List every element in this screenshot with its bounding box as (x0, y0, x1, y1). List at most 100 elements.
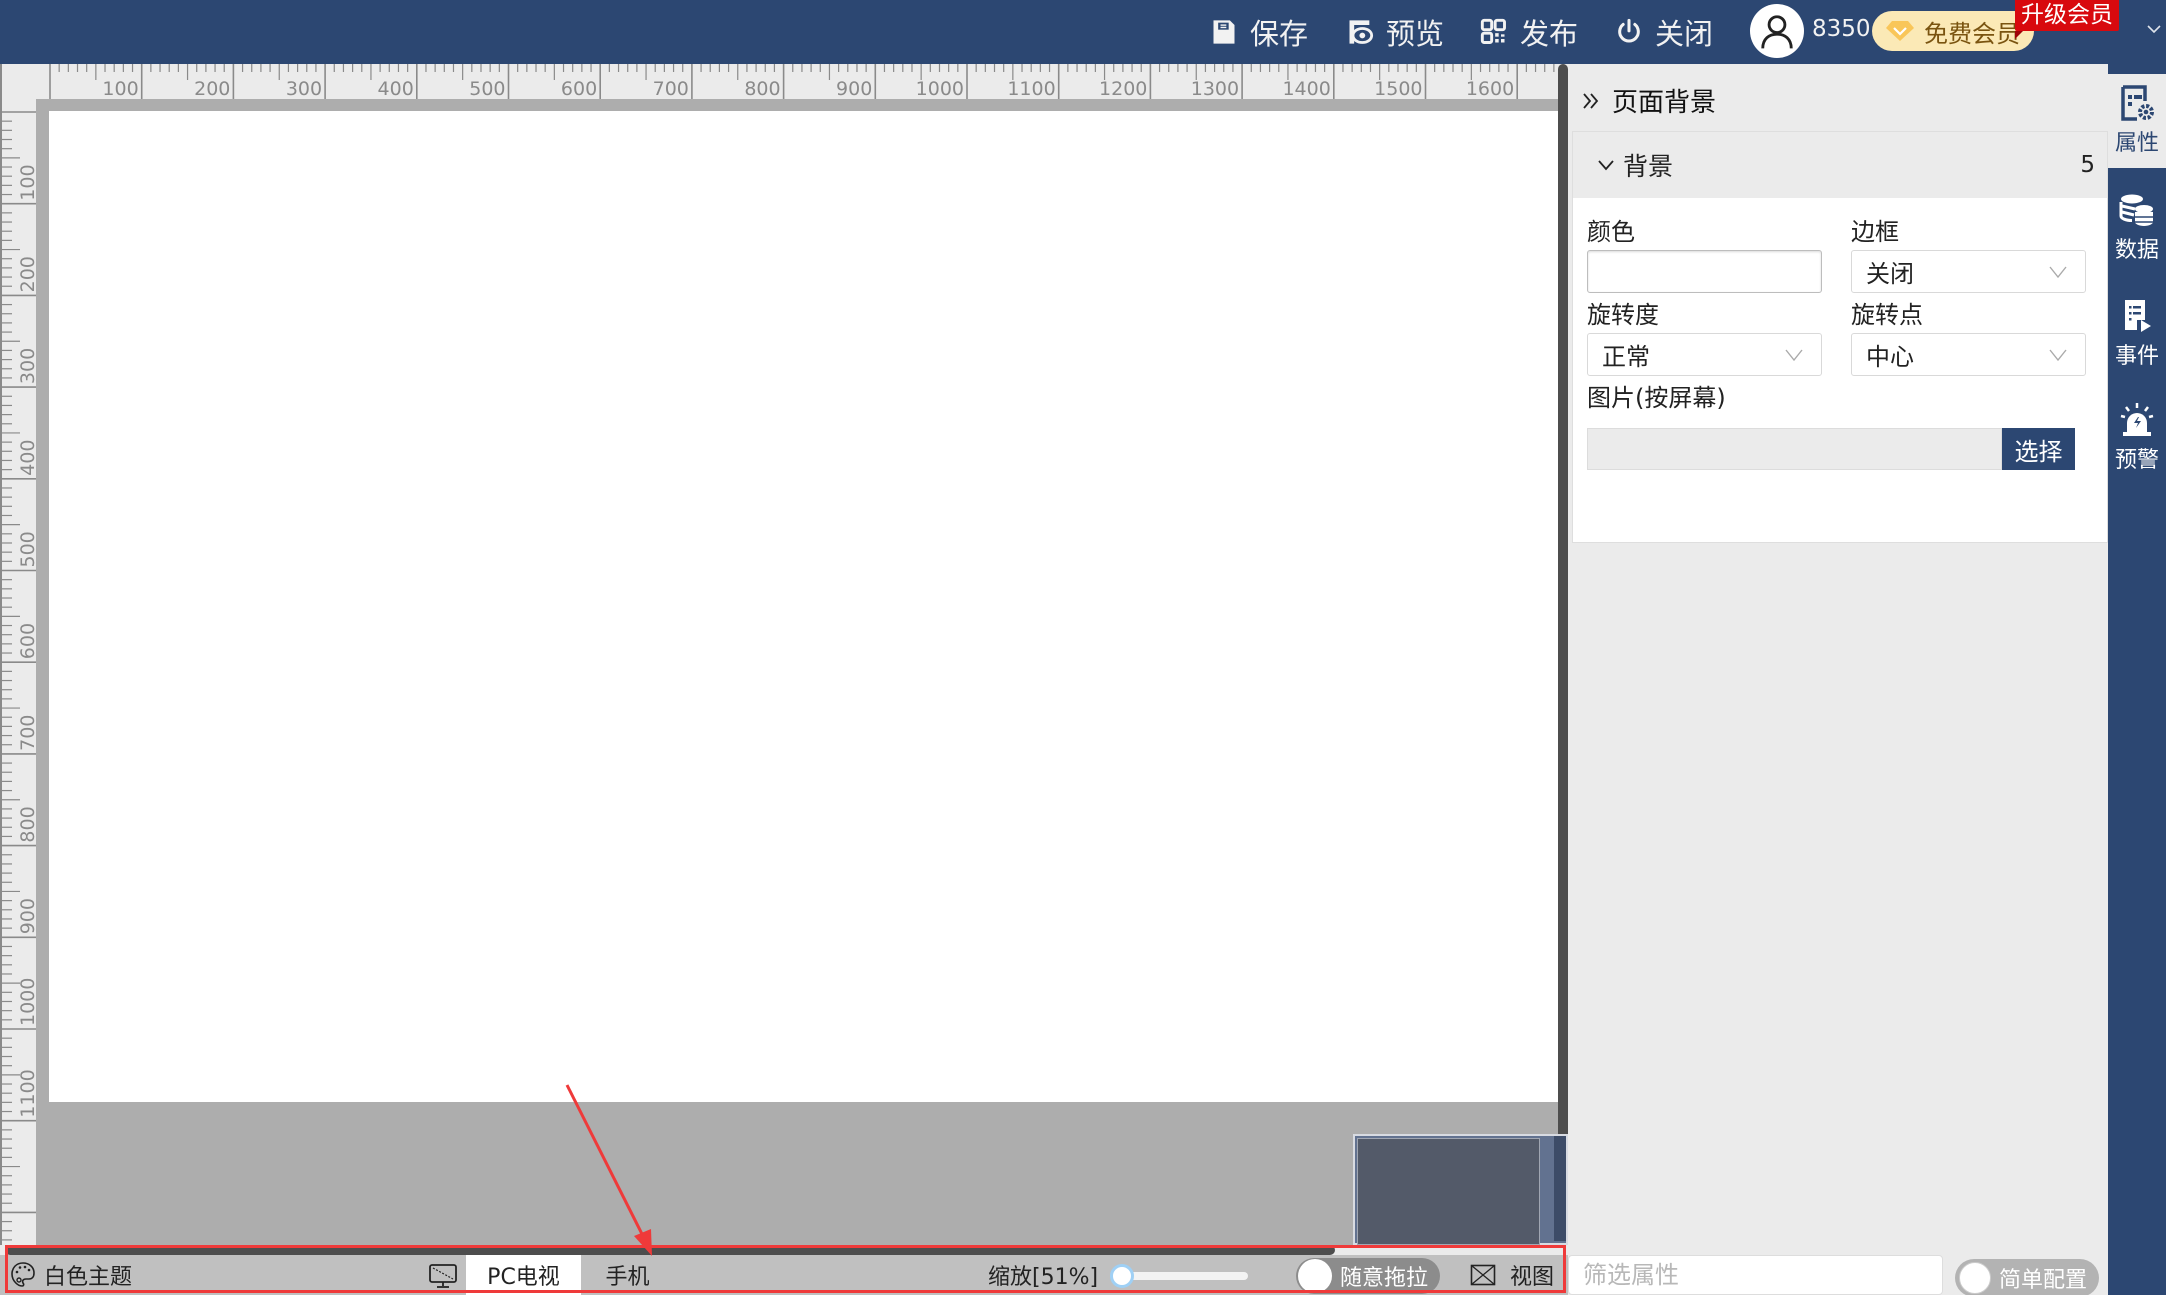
side-icon-bar: 属性 数据 事件 预警 (2108, 64, 2166, 1295)
sidebar-item-data[interactable]: 数据 (2108, 176, 2166, 280)
ruler-label: 1100 (17, 1069, 36, 1117)
sidebar-item-events[interactable]: 事件 (2108, 282, 2166, 386)
ruler-label: 800 (17, 806, 36, 842)
top-toolbar: 保存 预览 发布 关闭 8350 免费会员 升级会员 (0, 0, 2166, 64)
diamond-icon (1886, 21, 1914, 41)
ruler-label: 100 (102, 78, 138, 99)
ruler-label: 1000 (916, 78, 964, 99)
minimap-scrollbar[interactable] (1554, 1136, 1566, 1241)
chevron-down-icon (1785, 349, 1803, 362)
border-label: 边框 (1851, 218, 1899, 246)
screen-icon (429, 1264, 457, 1288)
properties-icon (2121, 85, 2154, 121)
ruler-label: 400 (17, 440, 36, 476)
choose-image-button[interactable]: 选择 (2002, 428, 2075, 470)
color-field[interactable] (1587, 250, 1822, 293)
vertical-ruler: 100 200 300 400 500 600 700 800 900 1000 1100 (0, 99, 36, 1245)
ruler-label: 700 (17, 715, 36, 751)
user-avatar[interactable] (1750, 4, 1804, 58)
rotation-select[interactable]: 正常 (1587, 333, 1822, 376)
ruler-label: 300 (286, 78, 322, 99)
user-icon (1761, 15, 1793, 49)
free-drag-label: 随意拖拉 (1340, 1266, 1429, 1291)
save-button[interactable]: 保存 (1210, 10, 1308, 54)
ruler-label: 1100 (1007, 78, 1055, 99)
ruler-label: 1400 (1282, 78, 1330, 99)
ruler-label: 800 (744, 78, 780, 99)
sidebar-item-alerts[interactable]: 预警 (2108, 386, 2166, 490)
device-tab-pc-tv[interactable]: PC电视 (466, 1255, 581, 1295)
theme-switch[interactable]: 白色主题 (10, 1255, 132, 1295)
pivot-select[interactable]: 中心 (1851, 333, 2086, 376)
device-tab-mobile[interactable]: 手机 (590, 1255, 665, 1295)
rotation-value: 正常 (1602, 343, 1650, 371)
data-label: 数据 (2114, 238, 2159, 263)
save-label: 保存 (1250, 17, 1309, 51)
pivot-label: 旋转点 (1851, 301, 1923, 329)
border-select[interactable]: 关闭 (1851, 250, 2086, 293)
chevron-down-icon (1598, 160, 1614, 171)
events-label: 事件 (2114, 344, 2159, 369)
power-icon (1618, 18, 1640, 43)
ruler-label: 500 (469, 78, 505, 99)
double-chevron-right-icon[interactable] (1582, 91, 1600, 111)
theme-label: 白色主题 (44, 1265, 133, 1290)
vertical-scrollbar[interactable] (1558, 64, 1568, 1245)
chevron-down-icon (2049, 266, 2067, 279)
ruler-label: 100 (17, 164, 36, 200)
minimap[interactable] (1353, 1134, 1568, 1245)
close-button[interactable]: 关闭 (1615, 10, 1713, 54)
filter-properties-input[interactable] (1568, 1255, 1943, 1295)
view-button[interactable]: 视图 (1470, 1255, 1554, 1295)
view-label: 视图 (1510, 1265, 1555, 1290)
chevron-down-icon (2049, 349, 2067, 362)
ruler-label: 1500 (1374, 78, 1422, 99)
ruler-label: 600 (17, 623, 36, 659)
rotation-label: 旋转度 (1587, 301, 1659, 329)
ruler-label: 1300 (1191, 78, 1239, 99)
properties-label: 属性 (2114, 131, 2159, 156)
zoom-slider-thumb[interactable] (1110, 1264, 1134, 1288)
panel-title: 页面背景 (1612, 88, 1717, 118)
palette-icon (11, 1262, 35, 1287)
ruler-label: 1000 (17, 978, 36, 1026)
image-path-field[interactable] (1587, 428, 2002, 470)
status-bar: 白色主题 PC电视 手机 缩放[51%] 随意拖拉 视图 (0, 1255, 1568, 1295)
properties-panel: 页面背景 背景 5 颜色 边框 关闭 旋转度 正常 旋转点 中心 图片(按屏幕)… (1568, 64, 2108, 1295)
ruler-label: 700 (653, 78, 689, 99)
background-section: 背景 5 颜色 边框 关闭 旋转度 正常 旋转点 中心 图片(按屏幕) 选择 (1572, 131, 2108, 543)
upgrade-membership-button[interactable]: 升级会员 (2015, 0, 2119, 39)
simple-config-label: 简单配置 (1999, 1268, 2088, 1293)
preview-button[interactable]: 预览 (1346, 10, 1444, 54)
toggle-knob (1959, 1262, 1991, 1294)
membership-badge[interactable]: 免费会员 (1872, 11, 2034, 51)
horizontal-scrollbar[interactable] (5, 1245, 1335, 1255)
publish-button[interactable]: 发布 (1480, 10, 1578, 54)
ruler-label: 300 (17, 348, 36, 384)
dashboard-editor: 保存 预览 发布 关闭 8350 免费会员 升级会员 100 200 300 400 5… (0, 0, 2166, 1295)
membership-label: 免费会员 (1924, 19, 2020, 48)
simple-config-toggle[interactable]: 简单配置 (1955, 1259, 2099, 1295)
canvas-workspace[interactable] (36, 99, 1558, 1245)
chevron-down-icon[interactable] (2143, 18, 2165, 40)
free-drag-toggle[interactable]: 随意拖拉 (1296, 1258, 1440, 1294)
ruler-label: 500 (17, 531, 36, 567)
zoom-slider-track[interactable] (1120, 1272, 1248, 1280)
ruler-label: 200 (17, 256, 36, 292)
border-value: 关闭 (1866, 260, 1914, 288)
minimap-viewport[interactable] (1357, 1138, 1540, 1245)
section-header[interactable]: 背景 5 (1573, 132, 2107, 198)
section-body: 颜色 边框 关闭 旋转度 正常 旋转点 中心 图片(按屏幕) 选择 (1573, 198, 2109, 544)
ruler-label: 900 (17, 898, 36, 934)
save-icon (1213, 20, 1235, 44)
ruler-label: 200 (194, 78, 230, 99)
zoom-label: 缩放[51%] (988, 1265, 1099, 1290)
view-icon (1470, 1264, 1496, 1286)
page-canvas[interactable] (49, 111, 1558, 1102)
alerts-label: 预警 (2114, 448, 2159, 473)
preview-icon (1349, 20, 1374, 44)
pivot-value: 中心 (1866, 343, 1914, 371)
database-icon (2119, 194, 2153, 226)
sidebar-item-properties[interactable]: 属性 (2108, 74, 2166, 168)
alarm-icon (2120, 403, 2154, 436)
